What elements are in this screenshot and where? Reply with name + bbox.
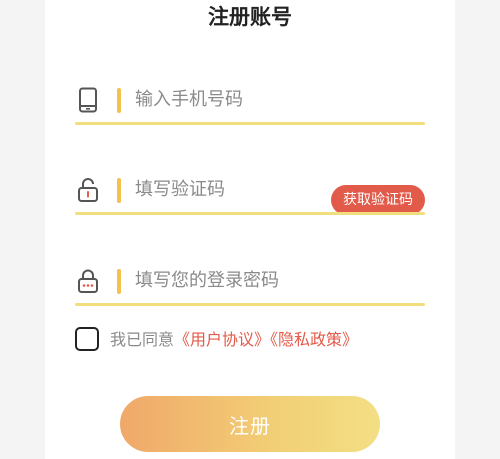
input-accent-bar [117, 178, 121, 203]
register-button[interactable]: 注册 [120, 396, 380, 452]
phone-input[interactable] [135, 83, 335, 115]
input-underline [75, 303, 425, 306]
code-field-row: 获取验证码 [75, 165, 425, 215]
input-underline [75, 212, 425, 215]
lock-icon [77, 268, 99, 294]
input-underline [75, 122, 425, 125]
phone-field-row [75, 75, 425, 125]
password-input[interactable] [135, 264, 395, 296]
agreement-text: 我已同意《用户协议》《隐私政策》 [110, 329, 358, 351]
get-code-button[interactable]: 获取验证码 [331, 185, 425, 215]
input-accent-bar [117, 269, 121, 294]
user-agreement-link[interactable]: 《用户协议》 [174, 330, 270, 349]
privacy-policy-link[interactable]: 《隐私政策》 [270, 330, 358, 349]
phone-icon [77, 87, 99, 113]
unlock-icon [77, 177, 99, 203]
password-field-row [75, 256, 425, 306]
register-card: 注册账号 获取验证码 [45, 0, 455, 459]
agreement-prefix: 我已同意 [110, 330, 175, 349]
page-title: 注册账号 [208, 5, 292, 29]
code-input[interactable] [135, 173, 295, 205]
agreement-row: 我已同意《用户协议》《隐私政策》 [75, 327, 435, 355]
agree-checkbox[interactable] [75, 327, 99, 351]
input-accent-bar [117, 88, 121, 113]
